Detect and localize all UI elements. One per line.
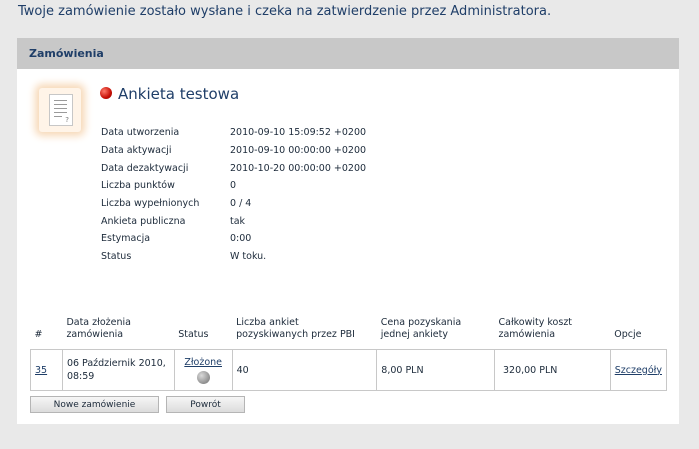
order-status-cell: Złożone [173,349,233,391]
column-header-total: Całkowity koszt zamówienia [498,317,573,340]
order-id-cell: 35 [30,349,63,391]
survey-title: Ankieta testowa [118,85,240,103]
detail-row: Liczba punktów 0 [101,177,366,195]
panel-header: Zamówienia [17,38,679,69]
order-count-cell: 40 [231,349,378,391]
detail-row: Liczba wypełnionych 0 / 4 [101,195,366,213]
detail-row: Data aktywacji 2010-09-10 00:00:00 +0200 [101,142,366,160]
survey-document-icon: ? [39,88,81,132]
detail-row: Data utworzenia 2010-09-10 15:09:52 +0200 [101,124,366,142]
detail-label: Status [101,251,132,263]
order-options-cell: Szczegóły [609,349,668,391]
order-total-cell: 320,00 PLN [493,349,611,391]
column-header-price: Cena pozyskania jednej ankiety [380,317,462,340]
detail-label: Data utworzenia [101,127,180,139]
confirmation-message: Twoje zamówienie zostało wysłane i czeka… [18,4,552,19]
order-price-cell: 8,00 PLN [376,349,495,391]
detail-row: Status W toku. [101,248,366,266]
detail-label: Data aktywacji [101,145,172,157]
table-header-row: # Data złożenia zamówienia Status Liczba… [31,301,667,350]
detail-value: 0 / 4 [230,198,252,210]
survey-status-red-icon [100,87,112,99]
detail-row: Ankieta publiczna tak [101,212,366,230]
orders-panel: Zamówienia ? Ankieta testowa Data utworz… [17,38,679,424]
detail-label: Liczba punktów [101,180,175,192]
column-header-status: Status [178,329,209,340]
column-header-options: Opcje [614,329,642,340]
order-status-link[interactable]: Złożone [184,357,222,368]
back-button[interactable]: Powrót [166,396,245,413]
status-grey-icon [196,371,210,384]
detail-value: tak [230,215,246,227]
details-link[interactable]: Szczegóły [615,365,662,376]
survey-details: Data utworzenia 2010-09-10 15:09:52 +0200… [101,124,366,266]
detail-value: 0 [230,180,237,192]
detail-value: 2010-10-20 00:00:00 +0200 [230,162,367,174]
detail-row: Estymacja 0:00 [101,230,366,248]
column-header-count: Liczba ankiet pozyskiwanych przez PBI [236,317,355,340]
column-header-id: # [34,329,43,340]
order-date-cell: 06 Październik 2010, 08:59 [61,349,175,391]
orders-table: # Data złożenia zamówienia Status Liczba… [30,301,668,391]
detail-value: W toku. [230,251,267,263]
table-row: 35 06 Październik 2010, 08:59 Złożone 40… [30,349,668,391]
detail-row: Data dezaktywacji 2010-10-20 00:00:00 +02… [101,159,366,177]
detail-value: 2010-09-10 00:00:00 +0200 [230,145,367,157]
detail-label: Data dezaktywacji [101,162,189,174]
column-header-date: Data złożenia zamówienia [66,317,131,340]
new-order-button[interactable]: Nowe zamówienie [30,396,159,413]
detail-value: 0:00 [230,233,252,245]
detail-label: Liczba wypełnionych [101,198,200,210]
detail-label: Ankieta publiczna [101,215,186,227]
order-id-link[interactable]: 35 [35,365,47,376]
detail-value: 2010-09-10 15:09:52 +0200 [230,127,367,139]
detail-label: Estymacja [101,233,151,245]
